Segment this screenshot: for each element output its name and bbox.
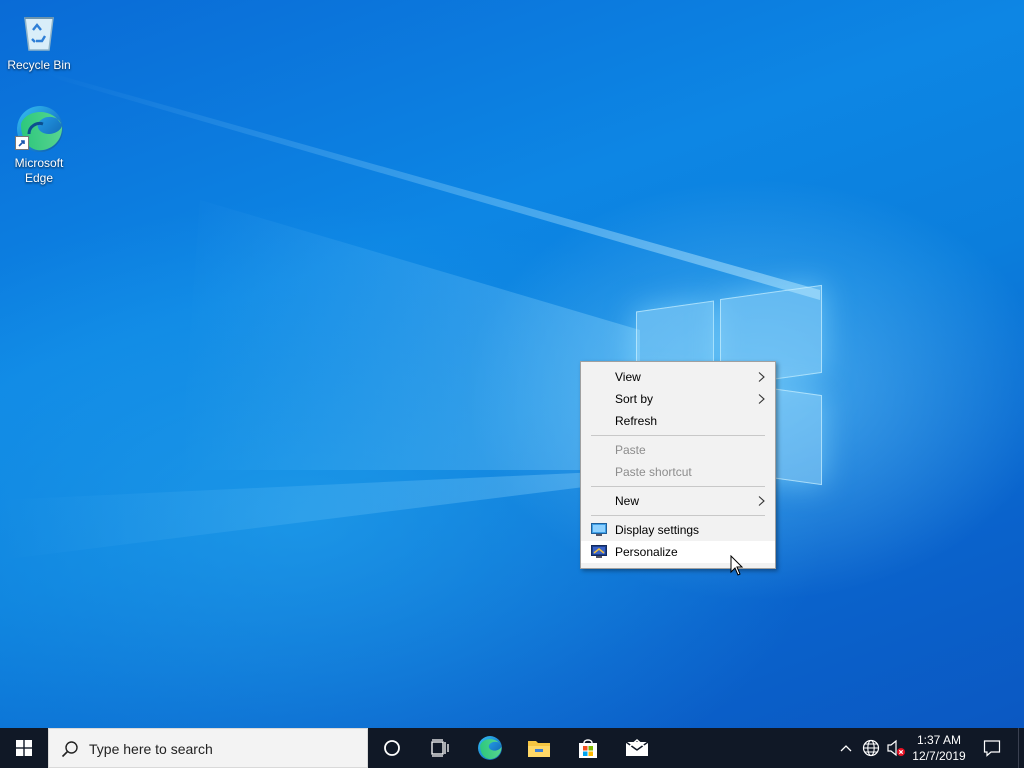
menu-item-paste-shortcut: Paste shortcut <box>581 461 775 483</box>
menu-item-personalize[interactable]: Personalize <box>581 541 775 563</box>
taskbar-file-explorer-button[interactable] <box>515 728 563 768</box>
start-button[interactable] <box>0 728 48 768</box>
shortcut-arrow-icon <box>15 136 29 150</box>
microsoft-edge-label: Microsoft Edge <box>14 156 64 185</box>
menu-item-label: New <box>615 494 640 508</box>
menu-item-sort-by[interactable]: Sort by <box>581 388 775 410</box>
menu-separator <box>591 435 765 436</box>
menu-item-new[interactable]: New <box>581 490 775 512</box>
menu-item-view[interactable]: View <box>581 366 775 388</box>
store-icon <box>579 739 597 758</box>
taskbar-store-button[interactable] <box>564 728 612 768</box>
network-icon <box>862 739 880 757</box>
menu-item-label: Paste <box>615 443 646 457</box>
personalize-icon <box>591 545 607 558</box>
show-desktop-button[interactable] <box>1018 728 1024 768</box>
menu-item-display-settings[interactable]: Display settings <box>581 519 775 541</box>
menu-separator <box>591 515 765 516</box>
clock-date: 12/7/2019 <box>912 749 966 763</box>
cortana-button[interactable] <box>368 728 416 768</box>
network-button[interactable] <box>860 728 882 768</box>
search-placeholder: Type here to search <box>89 741 213 757</box>
taskbar-mail-button[interactable] <box>613 728 661 768</box>
mail-icon <box>625 739 649 756</box>
recycle-bin-desktop-icon[interactable]: Recycle Bin <box>2 6 76 73</box>
clock-time: 1:37 AM <box>916 733 962 747</box>
recycle-bin-label: Recycle Bin <box>7 58 71 72</box>
menu-item-label: View <box>615 370 641 384</box>
menu-item-refresh[interactable]: Refresh <box>581 410 775 432</box>
menu-item-paste: Paste <box>581 439 775 461</box>
menu-item-label: Sort by <box>615 392 654 406</box>
recycle-bin-icon <box>15 6 63 54</box>
chevron-right-icon <box>758 372 765 382</box>
edge-icon <box>478 736 502 760</box>
desktop-context-menu: View Sort by Refresh Paste Paste shortcu… <box>580 361 776 569</box>
menu-item-label: Display settings <box>615 523 700 537</box>
menu-item-label: Refresh <box>615 414 658 428</box>
volume-button[interactable] <box>884 728 908 768</box>
menu-item-label: Paste shortcut <box>615 465 692 479</box>
menu-separator <box>591 486 765 487</box>
edge-icon <box>15 104 63 152</box>
menu-item-label: Personalize <box>615 545 678 559</box>
notification-icon <box>983 740 1001 757</box>
desktop[interactable]: Recycle Bin Microsoft Edge View Sort by … <box>0 0 1024 728</box>
task-view-button[interactable] <box>416 728 464 768</box>
display-icon <box>591 523 607 536</box>
chevron-right-icon <box>758 394 765 404</box>
microsoft-edge-desktop-icon[interactable]: Microsoft Edge <box>2 104 76 186</box>
chevron-up-icon <box>840 745 852 752</box>
volume-muted-icon <box>887 739 905 757</box>
cortana-icon <box>384 740 400 756</box>
file-explorer-icon <box>528 741 550 757</box>
wallpaper-light-beams <box>0 70 820 560</box>
task-view-icon <box>431 739 449 757</box>
windows-start-icon <box>16 740 32 756</box>
taskbar: Type here to search 1:37 AM 12/7/2019 <box>0 728 1024 768</box>
mouse-cursor-icon <box>730 555 744 576</box>
show-hidden-icons-button[interactable] <box>836 728 856 768</box>
action-center-button[interactable] <box>972 728 1012 768</box>
chevron-right-icon <box>758 496 765 506</box>
taskbar-search-box[interactable]: Type here to search <box>48 728 368 768</box>
taskbar-edge-button[interactable] <box>466 728 514 768</box>
search-icon <box>61 741 78 758</box>
taskbar-clock[interactable]: 1:37 AM 12/7/2019 <box>906 728 972 768</box>
